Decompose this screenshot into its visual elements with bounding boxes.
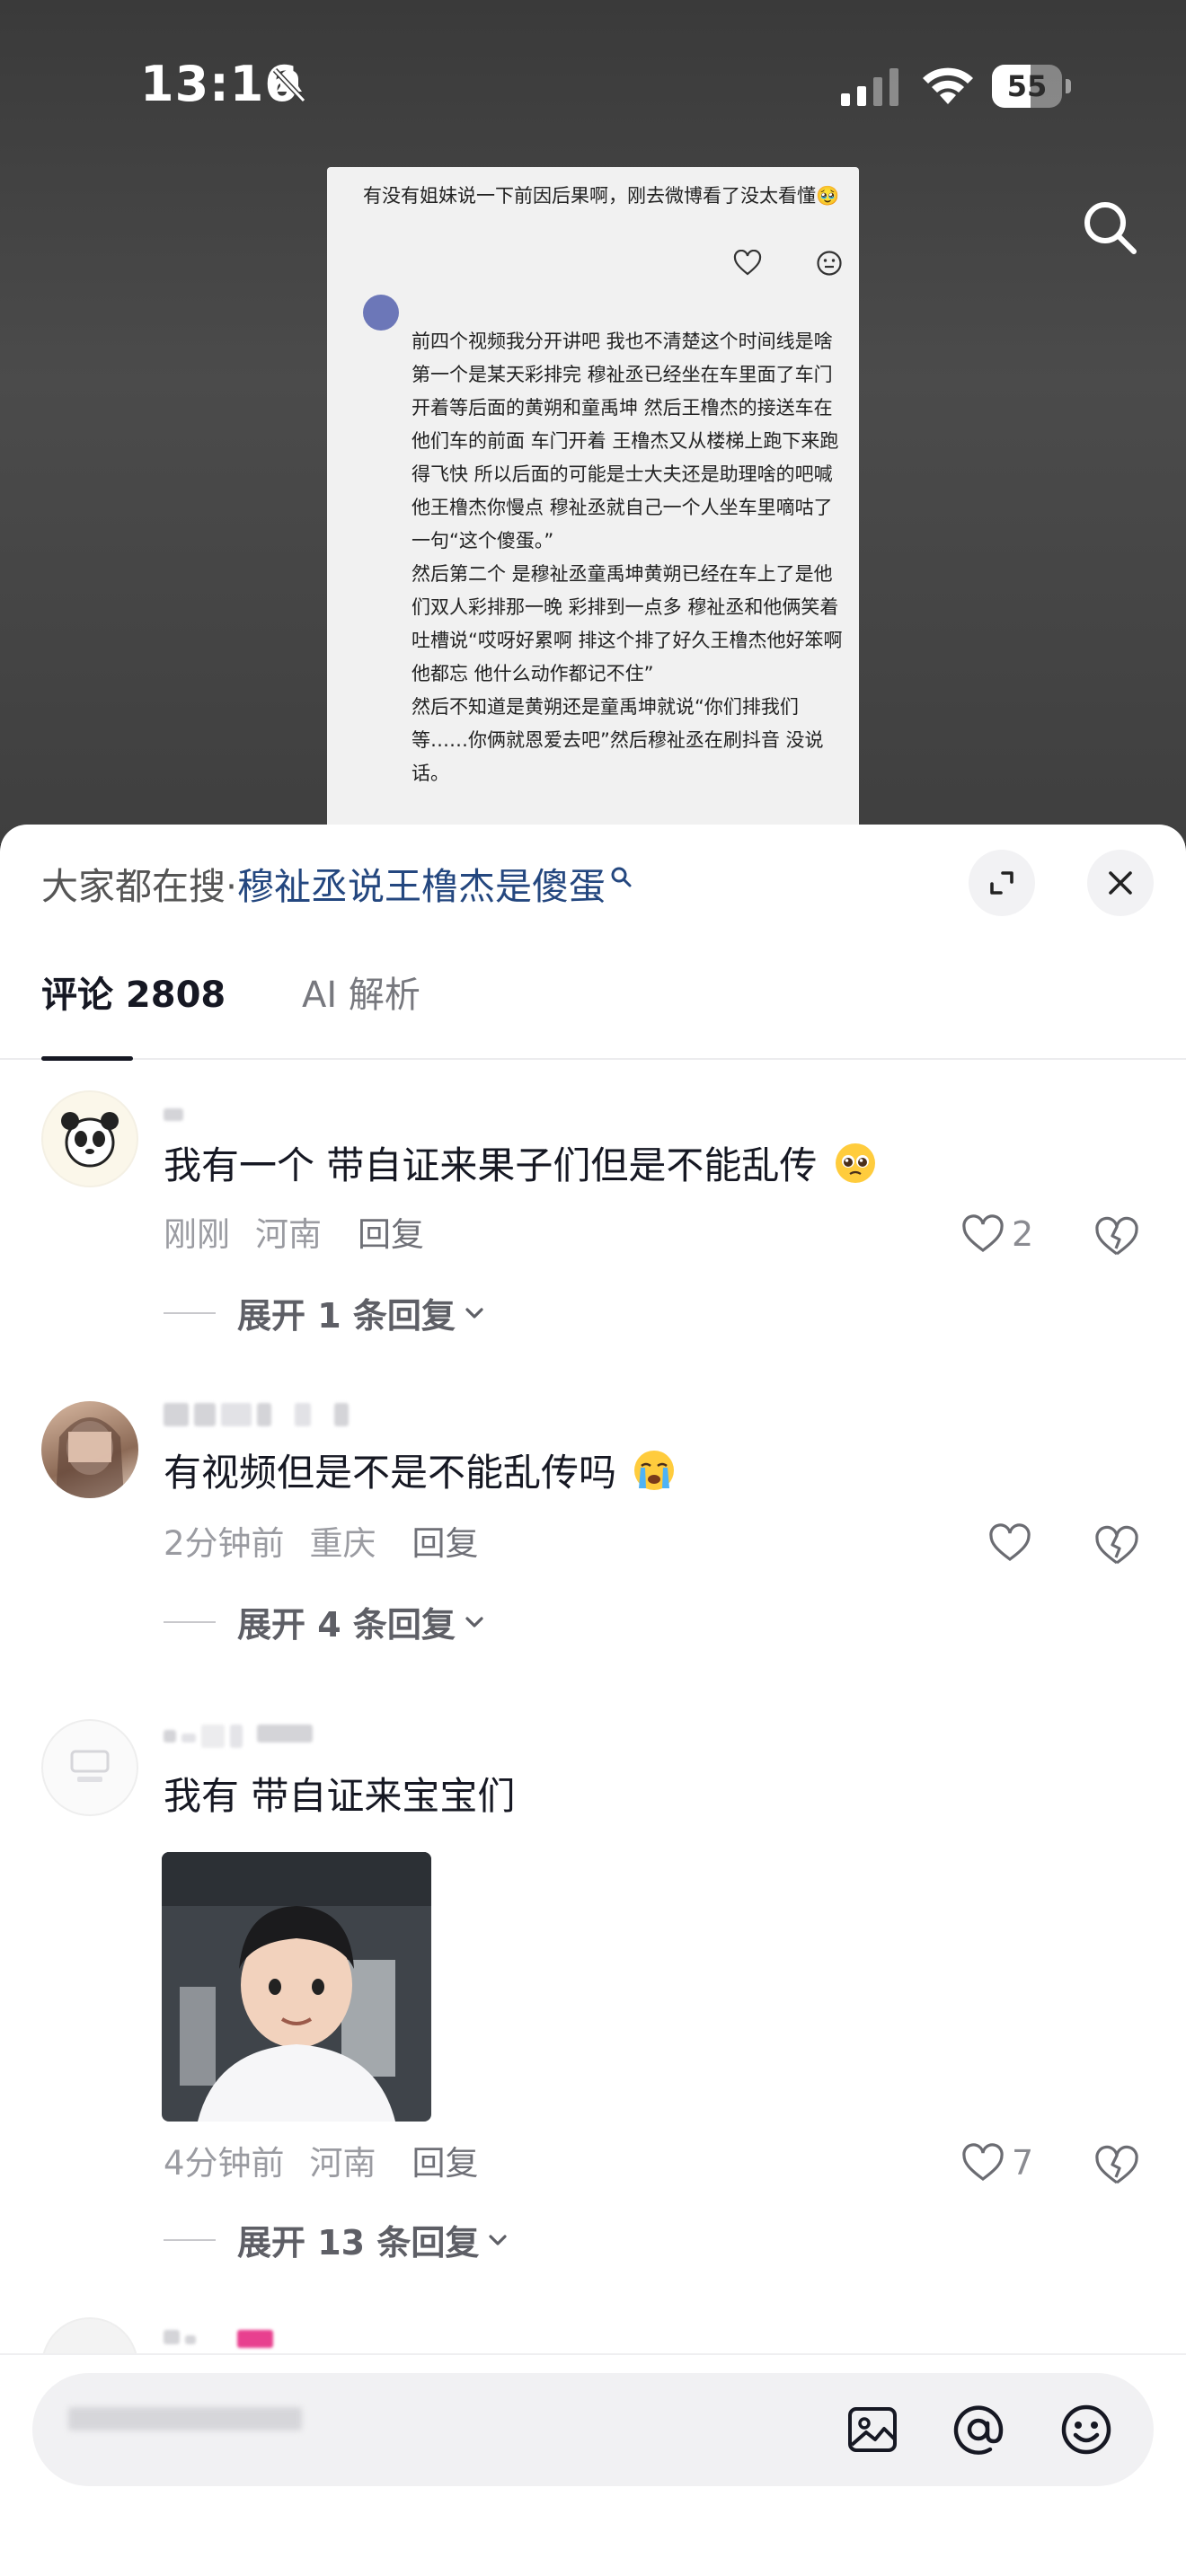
video-screenshot-card: 有没有姐妹说一下前因后果啊，刚去微博看了没太看懂🥹 前四个视频我分开讲吧 我也不… <box>327 167 859 832</box>
like-button[interactable] <box>988 1523 1039 1563</box>
heart-outline-icon <box>733 250 762 276</box>
bell-muted-icon <box>272 67 306 103</box>
heart-outline-icon <box>962 1214 1004 1252</box>
comment-tabs: 评论 2808 AI 解析 <box>0 959 1186 1061</box>
comment-meta: 4分钟前 河南 回复 <box>164 2141 479 2186</box>
cellular-signal-icon <box>841 68 898 106</box>
search-suggestion-prefix: 大家都在搜· <box>41 865 238 908</box>
comment-text: 我有一个 带自证来果子们但是不能乱传 <box>164 1139 878 1193</box>
mention-icon[interactable] <box>951 2402 1006 2457</box>
broken-heart-icon[interactable] <box>1094 1216 1139 1257</box>
emoji-face-icon <box>817 251 842 276</box>
chevron-down-icon <box>465 1616 483 1628</box>
avatar[interactable] <box>41 1719 138 1816</box>
comment-time: 4分钟前 <box>164 2144 285 2183</box>
username-blurred[interactable] <box>164 1101 189 1125</box>
search-suggestion-query[interactable]: 穆祉丞说王橹杰是傻蛋 <box>237 865 606 908</box>
broken-heart-icon[interactable] <box>1094 2145 1139 2186</box>
expand-replies-button[interactable]: 展开 13 条回复 <box>164 2215 511 2264</box>
active-tab-indicator <box>41 1056 133 1061</box>
chevron-down-icon <box>465 1307 483 1319</box>
search-icon[interactable] <box>1078 196 1141 259</box>
comment-body: 我有 带自证来宝宝们 <box>164 1774 516 1818</box>
child-photo-image <box>162 1852 431 2122</box>
comment-location: 河南 <box>309 2144 376 2183</box>
emoji-icon[interactable] <box>1058 2402 1114 2457</box>
search-small-icon <box>611 867 632 887</box>
username-blurred[interactable] <box>164 1403 354 1426</box>
image-icon[interactable] <box>845 2402 900 2457</box>
like-count: 2 <box>1012 1214 1034 1254</box>
panda-avatar-image <box>43 1092 137 1186</box>
video-player[interactable]: 13:16 55 有没有姐妹说一下前因后果啊，刚去微博看了没太看懂🥹 前四个视频… <box>0 0 1186 844</box>
comment-meta: 刚刚 河南 回复 <box>164 1213 424 1257</box>
close-icon <box>1109 871 1132 895</box>
expand-sheet-button[interactable] <box>969 850 1035 916</box>
comment-body: 有视频但是不是不能乱传吗 <box>164 1451 617 1495</box>
answer-avatar <box>363 295 399 331</box>
username-blurred[interactable] <box>164 2330 279 2353</box>
broken-heart-icon[interactable] <box>1094 1525 1139 1566</box>
comment-input-bar <box>0 2353 1186 2576</box>
logo-avatar-image <box>70 1750 110 1782</box>
avatar[interactable] <box>41 1090 138 1187</box>
user-photo-avatar <box>56 1417 124 1498</box>
like-button[interactable]: 2 <box>961 1214 1033 1254</box>
expand-replies-button[interactable]: 展开 4 条回复 <box>164 1597 488 1646</box>
video-answer-text: 前四个视频我分开讲吧 我也不清楚这个时间线是啥 第一个是某天彩排完 穆祉丞已经坐… <box>412 331 843 784</box>
tab-ai-analysis[interactable]: AI 解析 <box>302 959 420 1060</box>
comment-attached-image[interactable] <box>162 1852 431 2122</box>
expand-icon <box>990 871 1013 895</box>
like-button[interactable]: 7 <box>961 2143 1033 2183</box>
comment-input[interactable] <box>32 2373 1154 2486</box>
like-count: 7 <box>1012 2143 1034 2183</box>
wifi-icon <box>923 67 973 104</box>
reply-button[interactable]: 回复 <box>358 1215 424 1254</box>
expand-replies-button[interactable]: 展开 1 条回复 <box>164 1288 488 1337</box>
comment-sheet: 大家都在搜·穆祉丞说王橹杰是傻蛋 评论 2808 AI 解析 我有一个 带自证来… <box>0 825 1186 2576</box>
comment-location: 重庆 <box>309 1524 376 1563</box>
avatar[interactable] <box>41 1401 138 1498</box>
expand-replies-label: 展开 1 条回复 <box>237 1296 456 1336</box>
comment-text: 我有 带自证来宝宝们 <box>164 1769 515 1823</box>
comment-meta: 2分钟前 重庆 回复 <box>164 1522 479 1566</box>
status-bar: 13:16 55 <box>0 0 1186 171</box>
video-question-text: 有没有姐妹说一下前因后果啊，刚去微博看了没太看懂🥹 <box>363 185 840 207</box>
reply-button[interactable]: 回复 <box>412 2144 479 2183</box>
comment-text: 有视频但是不是不能乱传吗 <box>164 1446 677 1500</box>
trending-search-suggestion[interactable]: 大家都在搜·穆祉丞说王橹杰是傻蛋 <box>41 860 633 913</box>
close-sheet-button[interactable] <box>1087 850 1154 916</box>
comment-location: 河南 <box>255 1215 322 1254</box>
battery-percent: 55 <box>1006 69 1048 103</box>
comment-time: 2分钟前 <box>164 1524 285 1563</box>
heart-outline-icon <box>962 2143 1004 2181</box>
input-placeholder-blurred <box>68 2407 307 2447</box>
battery-indicator: 55 <box>992 65 1071 108</box>
crying-face-emoji-icon <box>634 1451 675 1490</box>
pleading-face-emoji-icon <box>835 1143 875 1183</box>
comment-time: 刚刚 <box>164 1215 230 1254</box>
heart-outline-icon <box>989 1523 1031 1561</box>
reply-button[interactable]: 回复 <box>412 1524 479 1563</box>
expand-replies-label: 展开 4 条回复 <box>237 1605 456 1645</box>
comment-body: 我有一个 带自证来果子们但是不能乱传 <box>164 1143 818 1187</box>
expand-replies-label: 展开 13 条回复 <box>237 2223 480 2263</box>
tab-comments[interactable]: 评论 2808 <box>41 959 226 1060</box>
username-blurred[interactable] <box>164 1725 318 1748</box>
chevron-down-icon <box>489 2234 507 2245</box>
